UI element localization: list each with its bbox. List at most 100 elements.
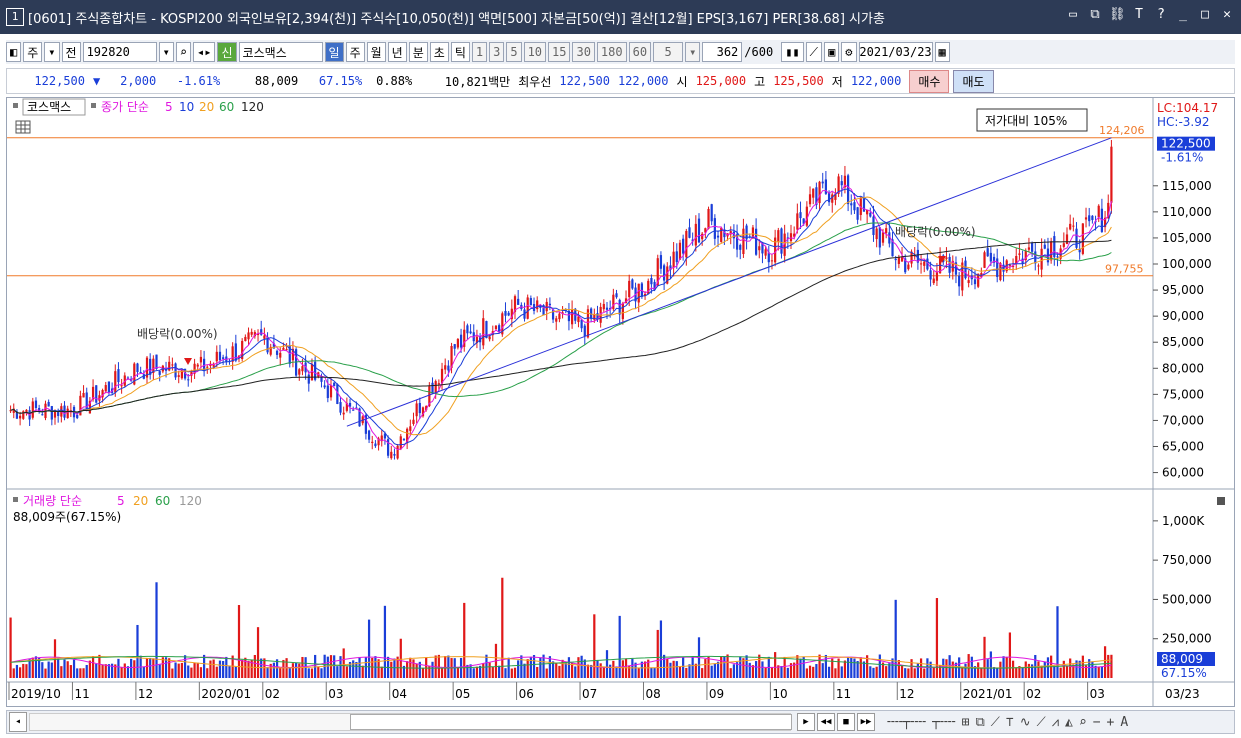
rewind-icon[interactable]: ◀◀ <box>817 713 835 731</box>
font-icon[interactable]: T <box>1131 7 1147 22</box>
date-axis-end: 03/23 <box>1165 687 1200 701</box>
shape-icon[interactable]: ◭ <box>1065 715 1073 730</box>
settings-gear-icon[interactable]: ⚙ <box>841 42 857 62</box>
zoom-range-icon[interactable]: ┬╌╌ <box>932 715 955 730</box>
quote-bar: 122,500 ▼ 2,000 -1.61% 88,009 67.15% 0.8… <box>6 68 1235 94</box>
candle-body <box>453 344 456 349</box>
high-price: 125,500 <box>773 74 824 88</box>
minute-60-button[interactable]: 60 <box>628 42 652 62</box>
minute-30-button[interactable]: 30 <box>572 42 595 62</box>
close-icon[interactable]: ✕ <box>1219 7 1235 22</box>
pattern-icon[interactable]: ⟋ <box>991 715 1000 730</box>
minute-180-button[interactable]: 180 <box>596 42 627 62</box>
chart-area[interactable]: 코스맥스 종가 단순 5 10 20 60 120 97,755 124,206 <box>6 97 1235 707</box>
indicator-icon[interactable]: ⟋ <box>805 42 823 62</box>
volume-tick-label: 1,000K <box>1162 514 1205 528</box>
zoom-icon[interactable]: ⌕ <box>1079 715 1087 730</box>
count-input[interactable]: 362 <box>702 42 743 62</box>
wave-icon[interactable]: ∿ <box>1020 715 1031 730</box>
copy-window-icon[interactable]: ⧉ <box>1087 7 1103 22</box>
date-tick-label: 11 <box>836 687 851 701</box>
minimize-icon[interactable]: _ <box>1175 7 1191 22</box>
minute-1-button[interactable]: 1 <box>471 42 488 62</box>
interval-dropdown-icon[interactable]: ▾ <box>685 42 701 62</box>
period-second-button[interactable]: 초 <box>429 42 449 62</box>
interval-input[interactable]: 5 <box>653 42 684 62</box>
text-tool-icon[interactable]: A <box>1120 715 1128 730</box>
zoom-out-icon[interactable]: − <box>1093 715 1101 730</box>
horizontal-scrollbar[interactable] <box>29 713 792 731</box>
code-dropdown-icon[interactable]: ▾ <box>158 42 174 62</box>
candle-type-icon[interactable]: ▮▮ <box>781 42 804 62</box>
tile-icon[interactable]: ▭ <box>1065 7 1081 22</box>
volume-panel-menu-icon[interactable] <box>1217 497 1225 505</box>
trend-tool-icon[interactable]: ⟋ <box>1037 715 1046 730</box>
volume-bar <box>967 654 970 678</box>
period-week-button[interactable]: 주 <box>345 42 365 62</box>
line-tool-icon[interactable]: ⊤ <box>1006 715 1014 730</box>
candle-body <box>827 193 831 203</box>
link-icon[interactable]: ⛓ <box>1109 7 1126 22</box>
candle-body <box>526 297 529 319</box>
dropdown-icon[interactable]: ▾ <box>44 42 60 62</box>
stock-name-field[interactable]: 코스맥스 <box>238 42 323 62</box>
volume-bar <box>222 660 225 678</box>
chart-menu-icon[interactable]: ◧ <box>6 42 22 62</box>
calendar-icon[interactable]: ▦ <box>934 42 950 62</box>
candle-body <box>701 233 704 240</box>
window-layout-icon[interactable]: ⊞ <box>962 715 970 730</box>
sell-button[interactable]: 매도 <box>953 69 994 93</box>
candle-body <box>808 194 812 205</box>
volume-bar <box>1081 655 1084 678</box>
volume-bar <box>475 666 479 678</box>
full-button[interactable]: 전 <box>61 42 81 62</box>
candle-body <box>301 366 304 372</box>
sound-icon[interactable]: ◂▸ <box>193 42 216 62</box>
title-bar: 1 [0601] 주식종합차트 - KOSPI200 외국인보유[2,394(천… <box>0 0 1241 34</box>
volume-bar <box>878 654 881 678</box>
period-day-button[interactable]: 일 <box>324 42 344 62</box>
volume-bar <box>710 665 713 678</box>
volume-bar <box>310 668 314 678</box>
minute-3-button[interactable]: 3 <box>489 42 505 62</box>
candle-body <box>206 366 209 368</box>
stop-icon[interactable]: ■ <box>837 713 855 731</box>
candle-body <box>412 419 415 424</box>
window-number[interactable]: 1 <box>6 8 24 26</box>
candle-body <box>742 228 745 255</box>
period-month-button[interactable]: 월 <box>366 42 386 62</box>
fibo-icon[interactable]: ⩘ <box>1052 715 1059 730</box>
volume-bar <box>371 657 374 678</box>
split-icon[interactable]: ⧉ <box>975 715 984 730</box>
candle-body <box>247 332 250 340</box>
date-input[interactable]: 2021/03/23 <box>858 42 933 62</box>
scroll-thumb[interactable] <box>350 714 792 730</box>
candle-body <box>796 213 799 230</box>
period-year-button[interactable]: 년 <box>387 42 407 62</box>
zoom-slider-icon[interactable]: ╌╌┬╌╌ <box>887 715 926 730</box>
buy-button[interactable]: 매수 <box>909 69 950 93</box>
save-icon[interactable]: ▣ <box>824 42 840 62</box>
period-tick-button[interactable]: 틱 <box>450 42 470 62</box>
maximize-icon[interactable]: □ <box>1197 7 1213 22</box>
help-icon[interactable]: ? <box>1153 7 1169 22</box>
minute-10-button[interactable]: 10 <box>523 42 547 62</box>
minute-5-button[interactable]: 5 <box>506 42 522 62</box>
minute-15-button[interactable]: 15 <box>548 42 571 62</box>
scroll-left-icon[interactable]: ◂ <box>9 712 27 732</box>
ma10-legend: 10 <box>179 100 194 114</box>
stock-chart[interactable]: 코스맥스 종가 단순 5 10 20 60 120 97,755 124,206 <box>7 98 1234 706</box>
candle-body <box>770 260 774 262</box>
play-icon[interactable]: ▶ <box>797 713 815 731</box>
grid-toggle-icon[interactable] <box>15 120 31 134</box>
fast-forward-icon[interactable]: ▶▶ <box>857 713 875 731</box>
stock-code-input[interactable]: 192820 <box>82 42 157 62</box>
volume-bar <box>501 577 504 678</box>
period-unit-select[interactable]: 주 <box>23 42 43 62</box>
period-minute-button[interactable]: 분 <box>408 42 428 62</box>
candle-body <box>342 412 345 415</box>
volume-bar <box>504 668 507 678</box>
candle-body <box>1072 225 1075 227</box>
search-icon[interactable]: ⌕ <box>175 42 192 62</box>
zoom-in-icon[interactable]: + <box>1107 715 1115 730</box>
